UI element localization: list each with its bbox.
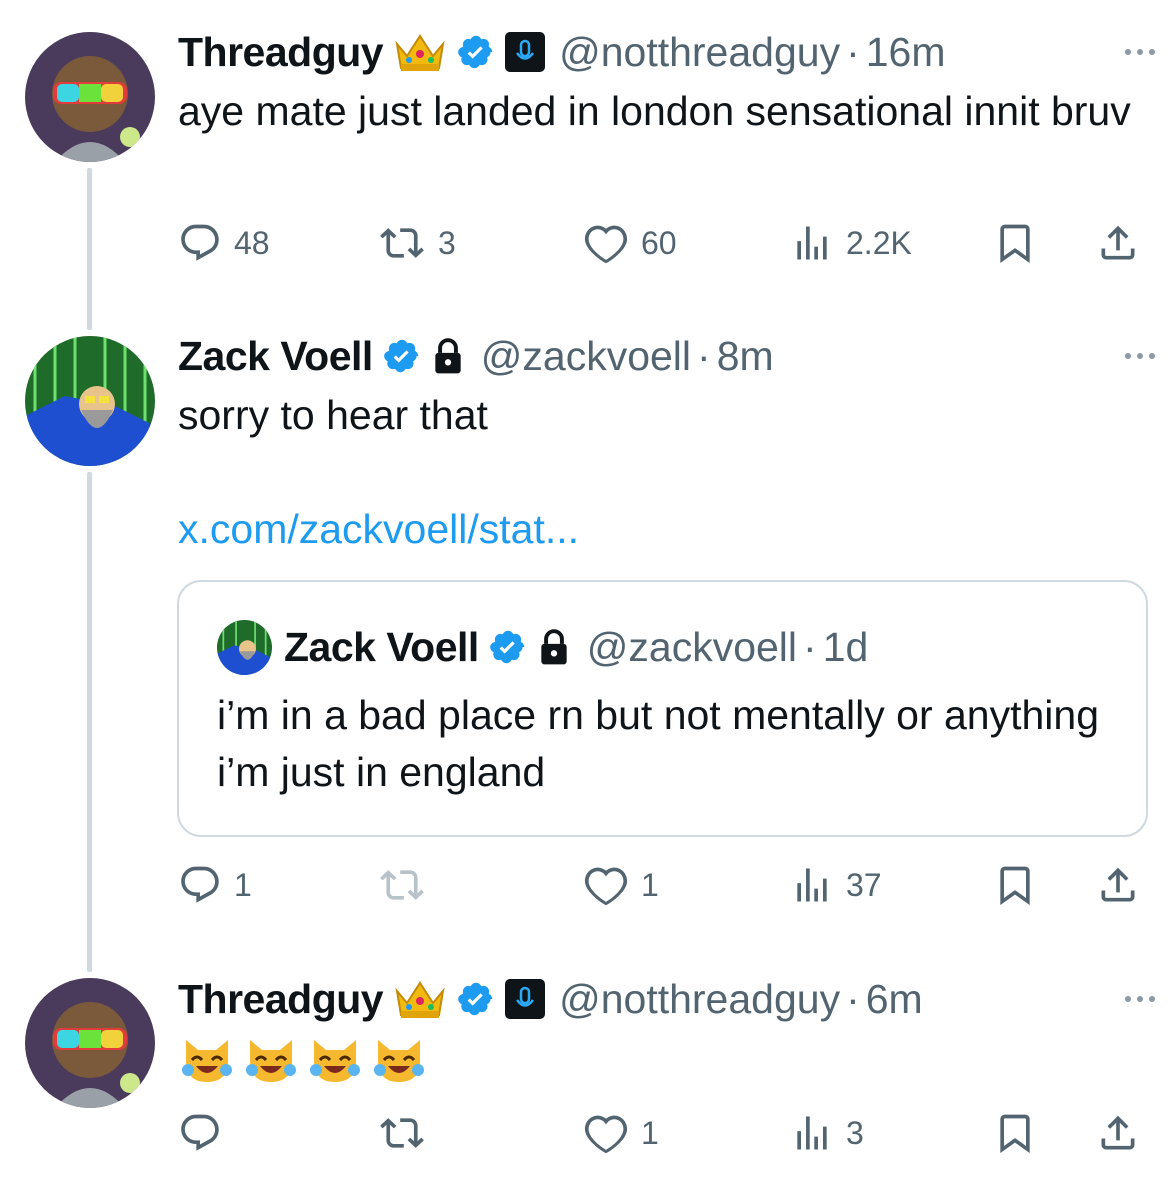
separator: · xyxy=(846,28,860,75)
views-count: 3 xyxy=(846,1114,864,1151)
thread-line xyxy=(87,472,92,972)
crying-laughing-cat-icon xyxy=(242,1030,300,1088)
share-button[interactable] xyxy=(1096,860,1140,910)
tweet-header: Threadguy @notthreadguy · 16m xyxy=(178,27,946,77)
repost-icon xyxy=(380,870,424,900)
bookmark-icon xyxy=(1000,224,1030,264)
reply-icon xyxy=(181,224,219,261)
thread-line xyxy=(87,168,92,330)
avatar[interactable] xyxy=(25,978,155,1108)
repost-button[interactable] xyxy=(378,1108,438,1158)
crown-icon xyxy=(393,977,447,1021)
bookmark-button[interactable] xyxy=(993,1108,1037,1158)
views-button[interactable]: 2.2K xyxy=(790,218,912,268)
like-icon xyxy=(584,1115,628,1154)
views-count: 37 xyxy=(846,866,882,903)
like-button[interactable]: 60 xyxy=(583,218,677,268)
share-button[interactable] xyxy=(1096,1108,1140,1158)
avatar[interactable] xyxy=(25,336,155,466)
reply-button[interactable] xyxy=(178,1108,234,1158)
like-count: 1 xyxy=(641,866,659,903)
views-count: 2.2K xyxy=(846,224,912,261)
quoted-handle: @zackvoell xyxy=(586,623,798,670)
timestamp[interactable]: 6m xyxy=(866,976,923,1023)
share-icon xyxy=(1101,867,1135,902)
share-icon xyxy=(1101,1115,1135,1150)
bookmark-button[interactable] xyxy=(993,218,1037,268)
repost-button[interactable] xyxy=(378,860,438,910)
repost-button[interactable]: 3 xyxy=(378,218,456,268)
views-icon xyxy=(797,1116,827,1150)
reply-button[interactable]: 1 xyxy=(178,860,252,910)
avatar[interactable] xyxy=(25,32,155,162)
crying-laughing-cat-icon xyxy=(178,1030,236,1088)
verified-badge-icon[interactable] xyxy=(383,337,421,375)
quoted-header: Zack Voell @zackvoell · 1d xyxy=(284,622,868,672)
more-options-icon[interactable] xyxy=(1125,27,1155,77)
display-name[interactable]: Threadguy xyxy=(178,29,384,76)
timestamp[interactable]: 8m xyxy=(717,333,774,380)
tweet-header: Zack Voell @zackvoell · 8m xyxy=(178,331,774,381)
quoted-avatar[interactable] xyxy=(217,620,272,675)
microphone-badge-icon xyxy=(505,32,546,72)
views-icon xyxy=(797,226,827,260)
repost-icon xyxy=(380,228,424,258)
verified-badge-icon xyxy=(489,628,527,666)
display-name[interactable]: Zack Voell xyxy=(178,333,373,380)
handle[interactable]: @zackvoell xyxy=(481,333,691,380)
tweet-text: aye mate just landed in london sensation… xyxy=(178,88,1131,134)
tweet-actions: 1 1 37 xyxy=(178,860,1138,910)
like-icon xyxy=(584,225,628,264)
repost-icon xyxy=(380,1118,424,1148)
separator: · xyxy=(846,975,860,1022)
repost-count: 3 xyxy=(438,224,456,261)
crying-laughing-cat-icon xyxy=(370,1030,428,1088)
tweet-header: Threadguy @notthreadguy · 6m xyxy=(178,974,923,1024)
verified-badge-icon[interactable] xyxy=(457,33,495,71)
like-button[interactable]: 1 xyxy=(583,1108,659,1158)
quoted-tweet[interactable]: Zack Voell @zackvoell · 1d i’m in a bad … xyxy=(177,580,1148,837)
separator: · xyxy=(697,332,711,379)
like-count: 60 xyxy=(641,224,677,261)
reply-count: 1 xyxy=(234,866,252,903)
more-options-icon[interactable] xyxy=(1125,974,1155,1024)
separator: · xyxy=(803,623,817,670)
quoted-display-name: Zack Voell xyxy=(284,623,479,670)
reply-icon xyxy=(181,866,219,903)
tweet-link[interactable]: x.com/zackvoell/stat... xyxy=(178,506,579,553)
like-icon xyxy=(584,867,628,906)
quoted-timestamp: 1d xyxy=(822,623,869,670)
like-button[interactable]: 1 xyxy=(583,860,659,910)
crying-laughing-cat-icon xyxy=(306,1030,364,1088)
bookmark-icon xyxy=(1000,866,1030,906)
views-icon xyxy=(797,868,827,902)
like-count: 1 xyxy=(641,1114,659,1151)
bookmark-icon xyxy=(1000,1114,1030,1154)
bookmark-button[interactable] xyxy=(993,860,1037,910)
share-button[interactable] xyxy=(1096,218,1140,268)
quoted-text: i’m in a bad place rn but not mentally o… xyxy=(217,692,1100,795)
handle[interactable]: @notthreadguy xyxy=(559,29,840,76)
handle[interactable]: @notthreadguy xyxy=(559,976,840,1023)
tweet-text: sorry to hear that xyxy=(178,392,488,438)
views-button[interactable]: 3 xyxy=(790,1108,864,1158)
crown-icon xyxy=(393,30,447,74)
reply-icon xyxy=(181,1114,219,1151)
reply-count: 48 xyxy=(234,224,270,261)
timestamp[interactable]: 16m xyxy=(866,29,946,76)
tweet-emojis xyxy=(178,1030,428,1088)
more-options-icon[interactable] xyxy=(1125,331,1155,381)
lock-icon xyxy=(537,628,571,666)
views-button[interactable]: 37 xyxy=(790,860,882,910)
microphone-badge-icon xyxy=(505,979,546,1019)
tweet-actions: 48 3 60 2.2K xyxy=(178,218,1138,268)
lock-icon xyxy=(431,337,465,375)
verified-badge-icon[interactable] xyxy=(457,980,495,1018)
share-icon xyxy=(1101,225,1135,260)
display-name[interactable]: Threadguy xyxy=(178,976,384,1023)
tweet-actions: 1 3 xyxy=(178,1108,1138,1158)
reply-button[interactable]: 48 xyxy=(178,218,270,268)
